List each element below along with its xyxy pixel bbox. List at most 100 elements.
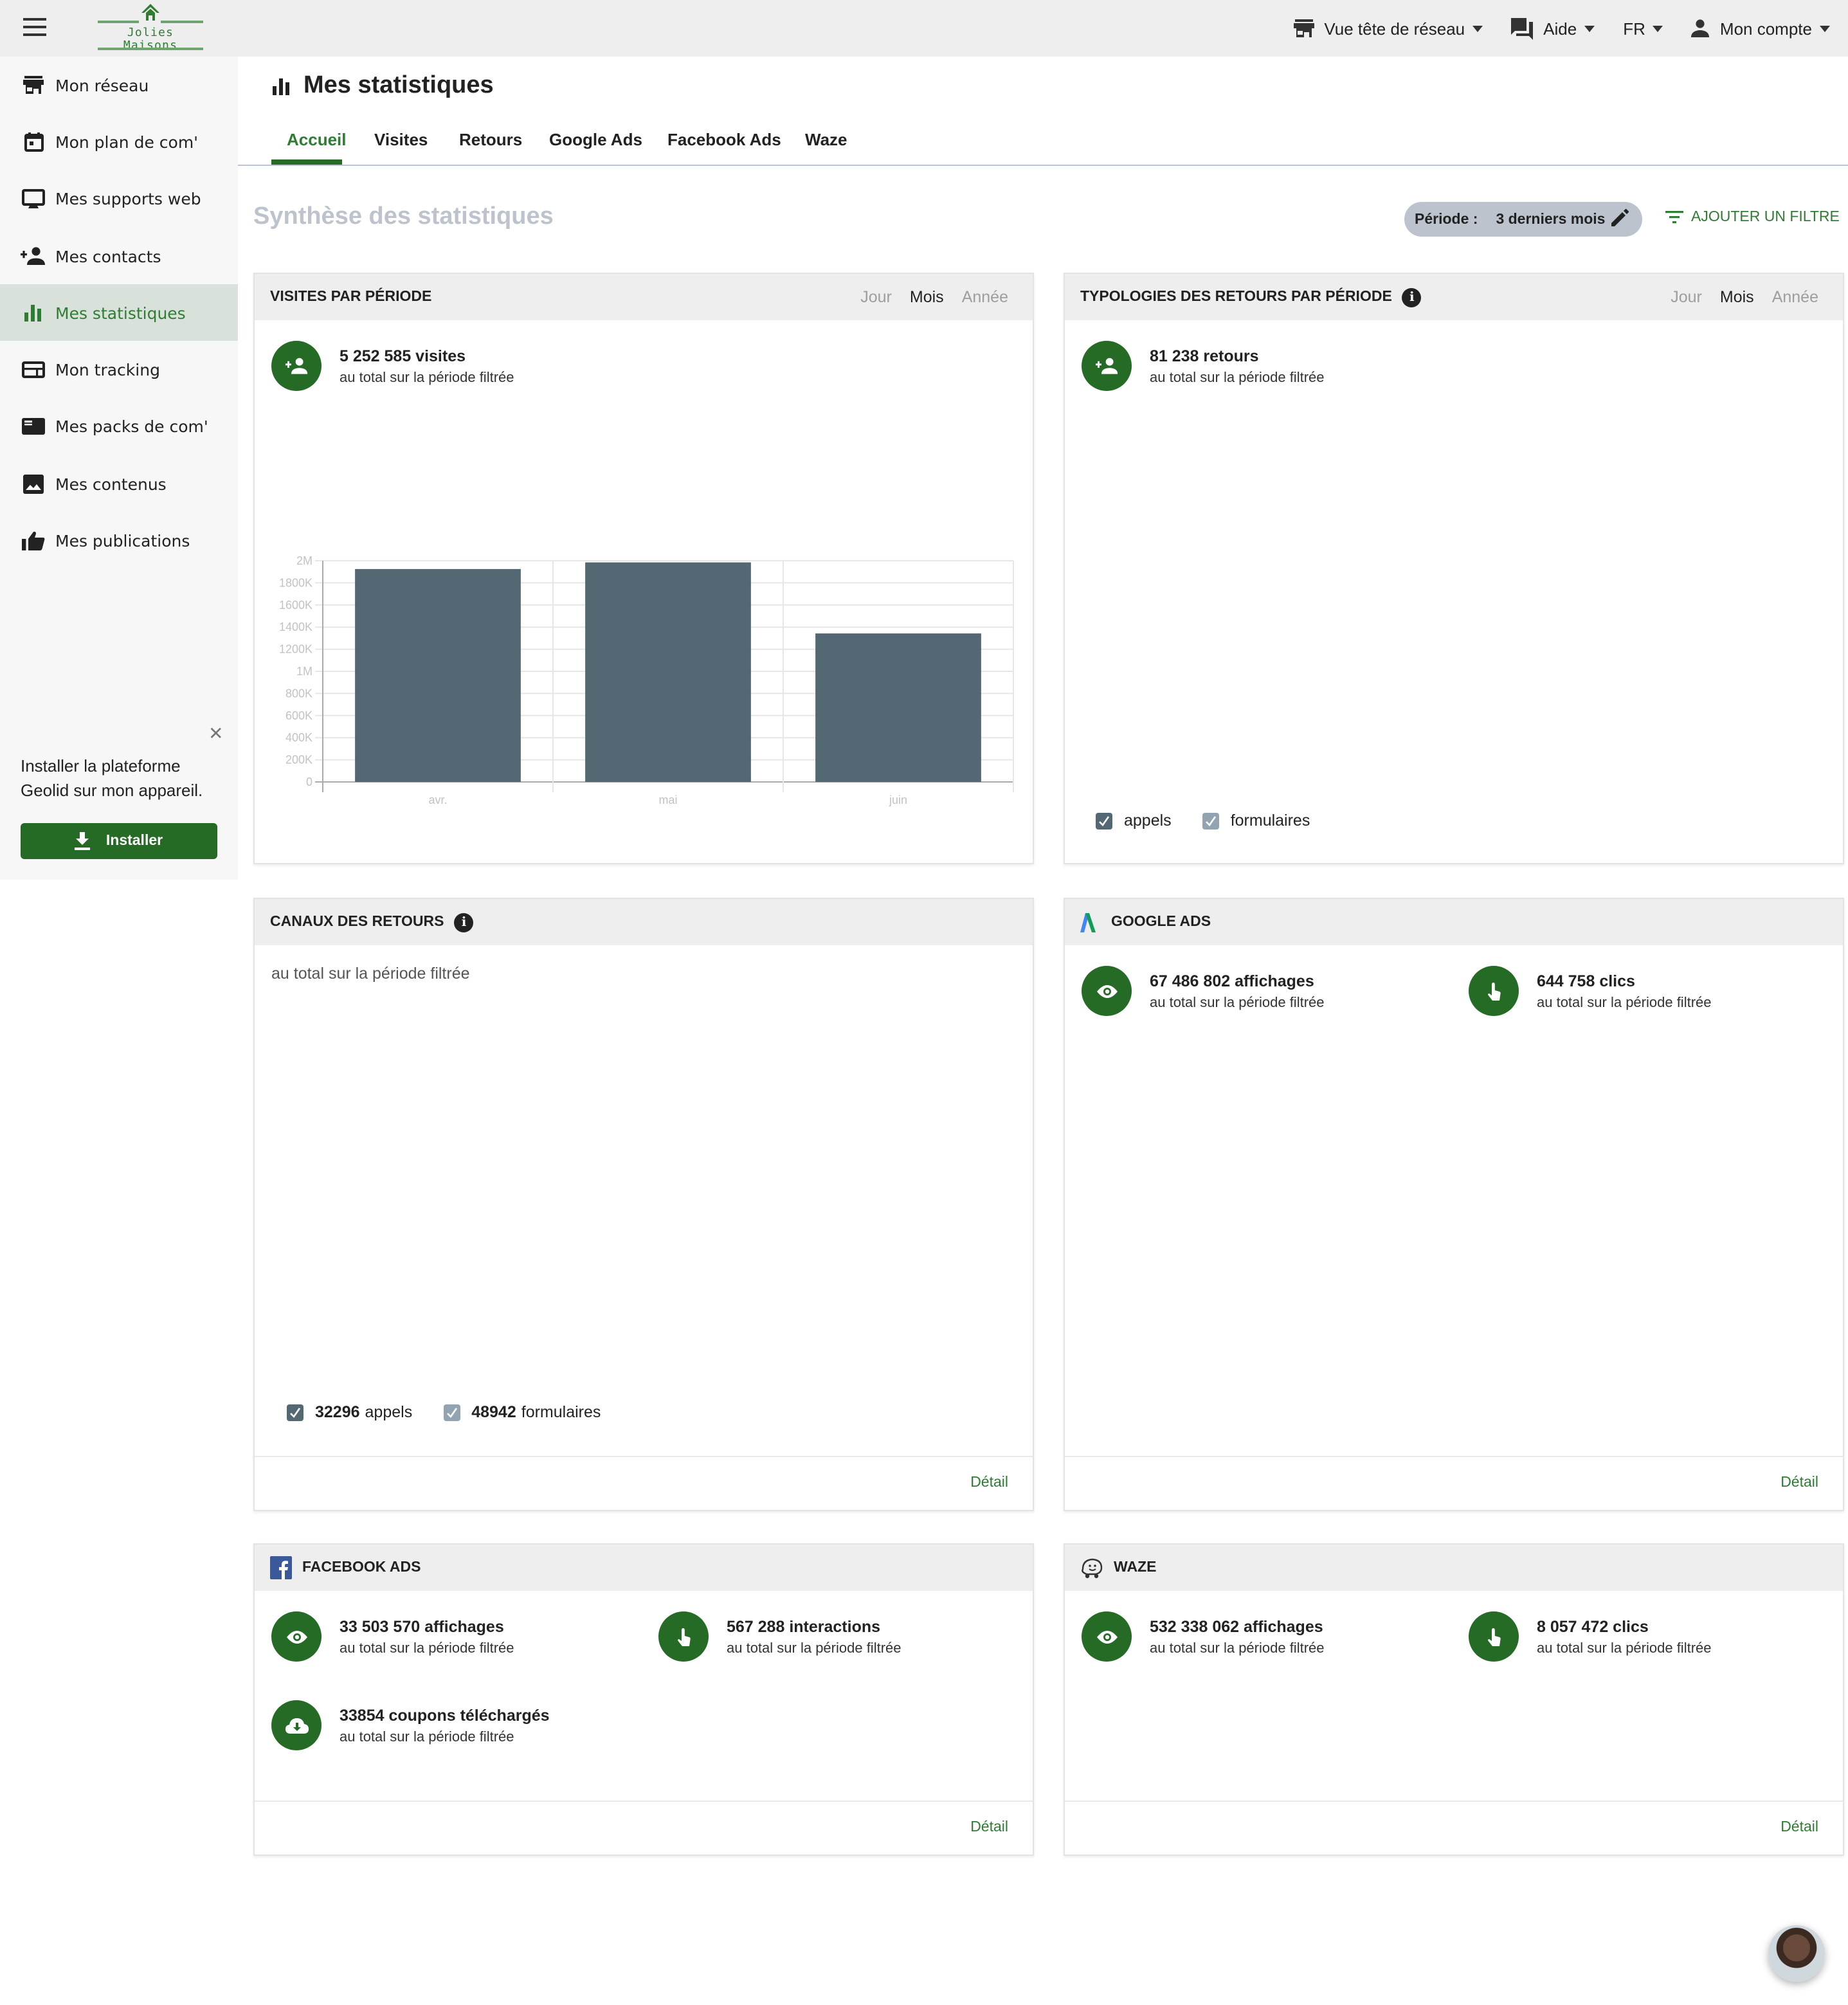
tab-visites[interactable]: Visites [374,130,428,149]
period-value: 3 derniers mois [1496,212,1606,227]
stat-subtitle: au total sur la période filtrée [1150,995,1325,1010]
card-title: TYPOLOGIES DES RETOURS PAR PÉRIODE [1080,289,1392,305]
period-option-jour[interactable]: Jour [860,288,892,306]
person-add-icon [271,341,322,391]
period-option-mois[interactable]: Mois [1720,288,1754,306]
channels-donut-chart [450,1002,836,1377]
sidebar-item-label: Mon réseau [55,75,149,95]
bar-value [815,633,981,782]
legend-item-appels[interactable]: appels [1096,812,1172,830]
legend-item-appels[interactable]: 32296 appels [287,1403,412,1421]
card-header: VISITES PAR PÉRIODE Jour Mois Année [255,274,1033,320]
language-dropdown[interactable]: FR [1623,19,1663,38]
touch-icon [1469,966,1519,1016]
visits-total: 5 252 585 visites au total sur la période… [271,341,514,391]
sidebar-item-label: Mon tracking [55,360,160,380]
checkbox-checked-icon[interactable] [1096,812,1112,829]
y-tick-label: 800K [285,687,313,700]
menu-icon[interactable] [23,18,46,39]
install-button-label: Installer [105,833,163,849]
caret-down-icon [1653,25,1663,32]
network-view-dropdown[interactable]: Vue tête de réseau [1293,19,1483,38]
card-footer: Détail [1065,1801,1843,1855]
add-filter-label: AJOUTER UN FILTRE [1691,210,1840,225]
checkbox-checked-icon[interactable] [443,1404,460,1420]
sidebar-item-statistiques[interactable]: Mes statistiques [0,284,238,341]
sidebar: Mon réseau Mon plan de com' Mes supports… [0,57,238,880]
account-dropdown[interactable]: Mon compte [1691,19,1830,38]
card-header: TYPOLOGIES DES RETOURS PAR PÉRIODE i Jou… [1065,274,1843,320]
stat-value: 5 252 585 visites [340,347,466,365]
monitor-icon [21,186,46,212]
brand-logo[interactable]: Jolies Maisons [98,4,203,53]
google-ads-icon [1080,912,1096,932]
caret-down-icon [1584,25,1595,32]
stat-subtitle: au total sur la période filtrée [1537,1640,1712,1656]
period-option-mois[interactable]: Mois [910,288,944,306]
sidebar-item-contenus[interactable]: Mes contenus [0,455,238,513]
donut-legend: 32296 appels 48942 formulaires [287,1403,631,1421]
tab-waze[interactable]: Waze [805,130,847,149]
stat-value: 8 057 472 clics [1537,1617,1649,1635]
visits-card: VISITES PAR PÉRIODE Jour Mois Année 5 25… [253,273,1034,864]
card-footer: Détail [255,1801,1033,1855]
support-chat-avatar[interactable] [1768,1925,1825,1982]
tracking-icon [21,357,46,383]
period-filter-chip[interactable]: Période : 3 derniers mois [1404,202,1642,237]
sidebar-item-plan-de-com[interactable]: Mon plan de com' [0,114,238,171]
period-label: Période : [1415,212,1478,227]
close-icon[interactable]: ✕ [208,723,223,745]
eye-icon [1082,1611,1132,1662]
sidebar-item-contacts[interactable]: Mes contacts [0,228,238,285]
checkbox-checked-icon[interactable] [1202,812,1219,829]
period-option-jour[interactable]: Jour [1671,288,1702,306]
x-tick-label: mai [658,794,677,806]
info-icon[interactable]: i [454,912,474,932]
tab-retours[interactable]: Retours [459,130,522,149]
store-icon [1293,19,1314,37]
card-header: FACEBOOK ADS [255,1545,1033,1591]
sidebar-item-packs-de-com[interactable]: Mes packs de com' [0,399,238,456]
install-button[interactable]: Installer [21,823,217,859]
image-icon [21,471,46,496]
sidebar-item-label: Mes contacts [55,246,161,266]
period-option-annee[interactable]: Année [1772,288,1818,306]
info-icon[interactable]: i [1402,287,1422,307]
waze-impressions: 532 338 062 affichages au total sur la pé… [1082,1611,1325,1662]
google-ads-card: GOOGLE ADS 67 486 802 affichages au total… [1064,898,1844,1511]
period-option-annee[interactable]: Année [962,288,1008,306]
detail-link[interactable]: Détail [1780,1475,1818,1491]
detail-link[interactable]: Détail [970,1820,1008,1835]
checkbox-checked-icon[interactable] [287,1404,303,1420]
sidebar-item-tracking[interactable]: Mon tracking [0,341,238,399]
channels-card: CANAUX DES RETOURS i au total sur la pér… [253,898,1034,1511]
sidebar-item-mon-reseau[interactable]: Mon réseau [0,57,238,114]
help-dropdown[interactable]: Aide [1511,17,1595,39]
legend-item-formulaires[interactable]: 48942 formulaires [443,1403,601,1421]
sidebar-item-publications[interactable]: Mes publications [0,513,238,570]
person-icon [1691,19,1710,37]
chart-legend: appels formulaires [1096,812,1341,830]
top-bar: Jolies Maisons Vue tête de réseau Aide F… [0,0,1848,57]
card-title: WAZE [1114,1560,1157,1575]
stat-value: 33 503 570 affichages [340,1617,504,1635]
tab-facebook-ads[interactable]: Facebook Ads [667,130,781,149]
sidebar-item-label: Mes publications [55,531,190,551]
y-tick-label: 1600K [279,599,313,612]
sidebar-item-supports-web[interactable]: Mes supports web [0,170,238,228]
page-title-text: Mes statistiques [303,72,494,99]
detail-link[interactable]: Détail [970,1475,1008,1491]
google-impressions: 67 486 802 affichages au total sur la pér… [1082,966,1325,1016]
card-title: CANAUX DES RETOURS [270,914,444,930]
edit-icon[interactable] [1609,208,1629,229]
person-add-icon [21,243,46,269]
detail-link[interactable]: Détail [1780,1820,1818,1835]
facebook-interactions: 567 288 interactions au total sur la péri… [658,1611,901,1662]
add-filter-button[interactable]: AJOUTER UN FILTRE [1665,210,1840,225]
tab-accueil[interactable]: Accueil [287,130,347,149]
eye-icon [271,1611,322,1662]
facebook-icon [270,1556,292,1579]
card-title: FACEBOOK ADS [302,1560,421,1575]
legend-item-formulaires[interactable]: formulaires [1202,812,1310,830]
tab-google-ads[interactable]: Google Ads [549,130,642,149]
